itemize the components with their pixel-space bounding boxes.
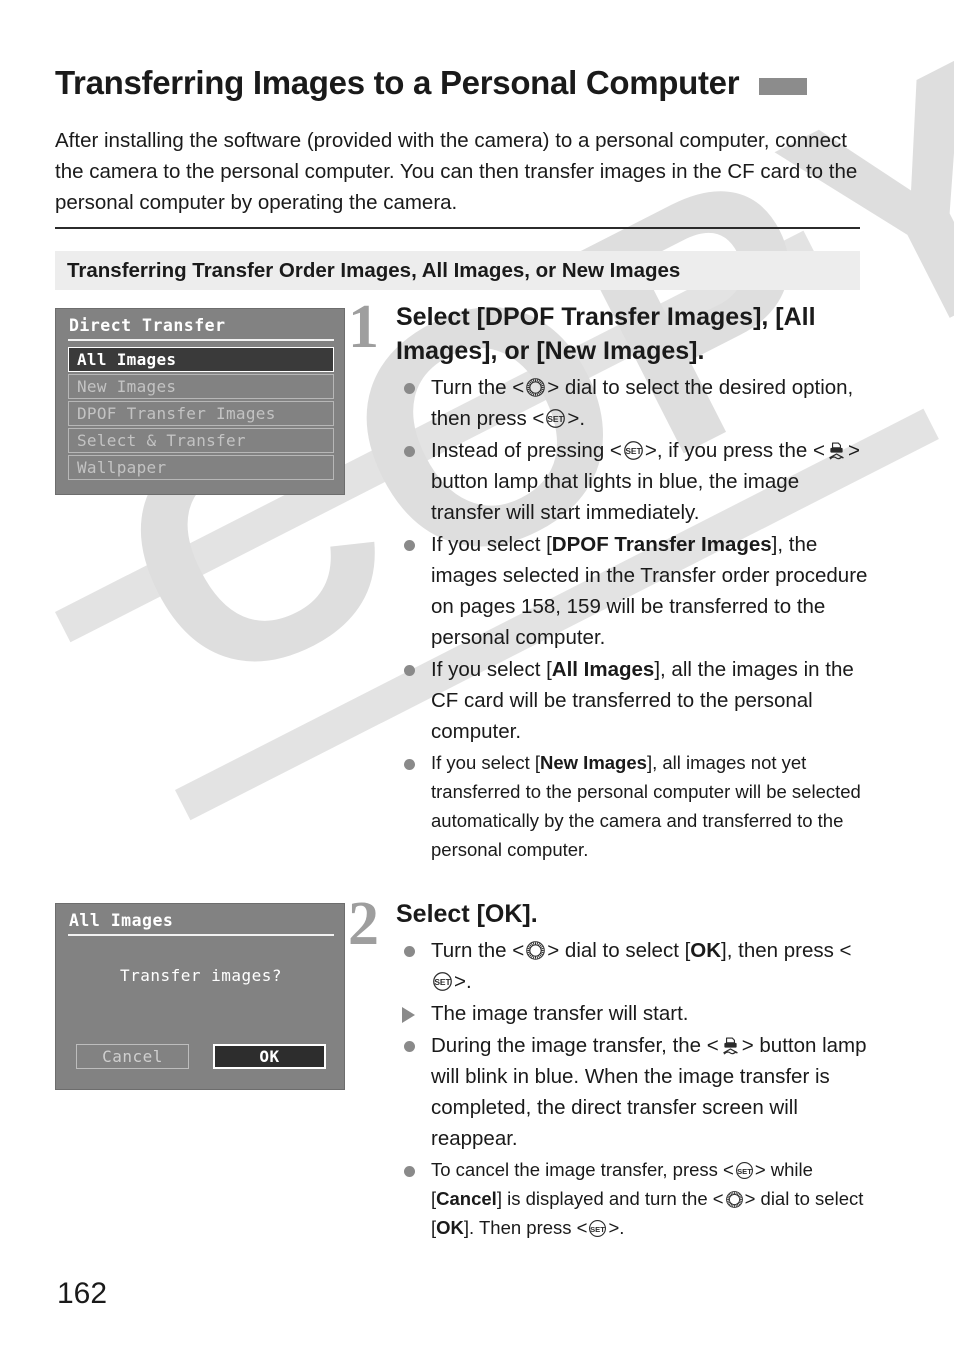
step-1: 1 Select [DPOF Transfer Images], [All Im… — [348, 296, 868, 865]
lcd-menu-item[interactable]: DPOF Transfer Images — [68, 401, 334, 426]
svg-text:SET: SET — [548, 414, 565, 424]
step-number: 2 — [348, 890, 379, 958]
manual-page: Transferring Images to a Personal Comput… — [0, 0, 954, 1345]
step-heading: Select [OK]. — [396, 900, 538, 928]
svg-text:SET: SET — [434, 977, 451, 987]
arrow-bullet-icon — [402, 1007, 415, 1023]
bullet-item: During the image transfer, the < > button… — [396, 1030, 868, 1154]
lcd-menu-list: All Images New Images DPOF Transfer Images… — [68, 347, 334, 482]
camera-screen-transfer-confirm: All Images Transfer images? Cancel OK — [55, 903, 345, 1090]
set-button-icon: SET — [432, 971, 453, 992]
title-row: Transferring Images to a Personal Comput… — [55, 64, 900, 102]
emphasis-text: All Images — [551, 658, 655, 681]
lcd-confirm-message: Transfer images? — [119, 966, 283, 985]
emphasis-text: New Images — [540, 752, 647, 773]
step-number: 1 — [348, 293, 379, 361]
step-bullet-list: Turn the < > dial to select the desired o… — [396, 372, 868, 864]
lcd-menu-item[interactable]: Wallpaper — [68, 455, 334, 480]
section-heading-band: Transferring Transfer Order Images, All … — [55, 251, 860, 290]
step-heading: Select [DPOF Transfer Images], [All Imag… — [396, 303, 816, 365]
dot-bullet-icon — [404, 759, 415, 770]
emphasis-text: Cancel — [436, 1188, 497, 1209]
intro-paragraph: After installing the software (provided … — [55, 129, 858, 214]
step-bullet-list: Turn the < > dial to select [OK], then pr… — [396, 935, 868, 1242]
step-2: 2 Select [OK]. Turn the < > dial to selec… — [348, 893, 868, 1243]
lcd-button-row: Cancel OK — [76, 1044, 326, 1069]
set-button-icon: SET — [545, 408, 566, 429]
lcd-title-divider — [68, 339, 334, 341]
step-body: Select [DPOF Transfer Images], [All Imag… — [396, 300, 868, 864]
lcd-button-ok[interactable]: OK — [213, 1044, 326, 1069]
bullet-item: If you select [New Images], all images n… — [396, 748, 868, 864]
lcd-button-cancel[interactable]: Cancel — [76, 1044, 189, 1069]
set-button-icon: SET — [735, 1161, 754, 1180]
page-number: 162 — [57, 1277, 108, 1310]
camera-screen-direct-transfer: Direct Transfer All Images New Images DPOF… — [55, 308, 345, 495]
lcd-title-divider — [68, 934, 334, 936]
dot-bullet-icon — [404, 383, 415, 394]
svg-text:SET: SET — [591, 1225, 606, 1234]
page-title: Transferring Images to a Personal Comput… — [55, 64, 740, 101]
svg-text:SET: SET — [625, 446, 642, 456]
bullet-item: If you select [All Images], all the imag… — [396, 654, 868, 747]
bullet-item: If you select [DPOF Transfer Images], th… — [396, 529, 868, 653]
emphasis-text: OK — [436, 1217, 464, 1238]
section-heading-text: Transferring Transfer Order Images, All … — [67, 258, 681, 282]
lcd-title: All Images — [69, 911, 174, 930]
set-button-icon: SET — [623, 440, 644, 461]
dot-bullet-icon — [404, 1166, 415, 1177]
dot-bullet-icon — [404, 665, 415, 676]
bullet-item: The image transfer will start. — [396, 998, 868, 1029]
bullet-item: To cancel the image transfer, press < SET… — [396, 1155, 868, 1242]
lcd-title: Direct Transfer — [69, 316, 226, 335]
horizontal-rule — [55, 227, 860, 229]
svg-text:SET: SET — [737, 1167, 752, 1176]
step-body: Select [OK]. Turn the < > dial to select … — [396, 897, 868, 1242]
emphasis-text: DPOF Transfer Images — [551, 533, 772, 556]
dial-icon — [725, 1190, 744, 1209]
chapter-tab-marker — [759, 77, 808, 95]
set-button-icon: SET — [588, 1219, 607, 1238]
lcd-menu-item[interactable]: Select & Transfer — [68, 428, 334, 453]
dial-icon — [525, 377, 546, 398]
dot-bullet-icon — [404, 540, 415, 551]
dial-icon — [525, 940, 546, 961]
direct-print-icon — [826, 440, 847, 461]
bullet-item: Instead of pressing < SET >, if you press … — [396, 435, 868, 528]
dot-bullet-icon — [404, 446, 415, 457]
lcd-menu-item[interactable]: All Images — [68, 347, 334, 372]
direct-print-icon — [720, 1035, 741, 1056]
lcd-menu-item[interactable]: New Images — [68, 374, 334, 399]
bullet-item: Turn the < > dial to select the desired o… — [396, 372, 868, 434]
bullet-item: Turn the < > dial to select [OK], then pr… — [396, 935, 868, 997]
emphasis-text: OK — [690, 939, 722, 962]
dot-bullet-icon — [404, 946, 415, 957]
dot-bullet-icon — [404, 1041, 415, 1052]
